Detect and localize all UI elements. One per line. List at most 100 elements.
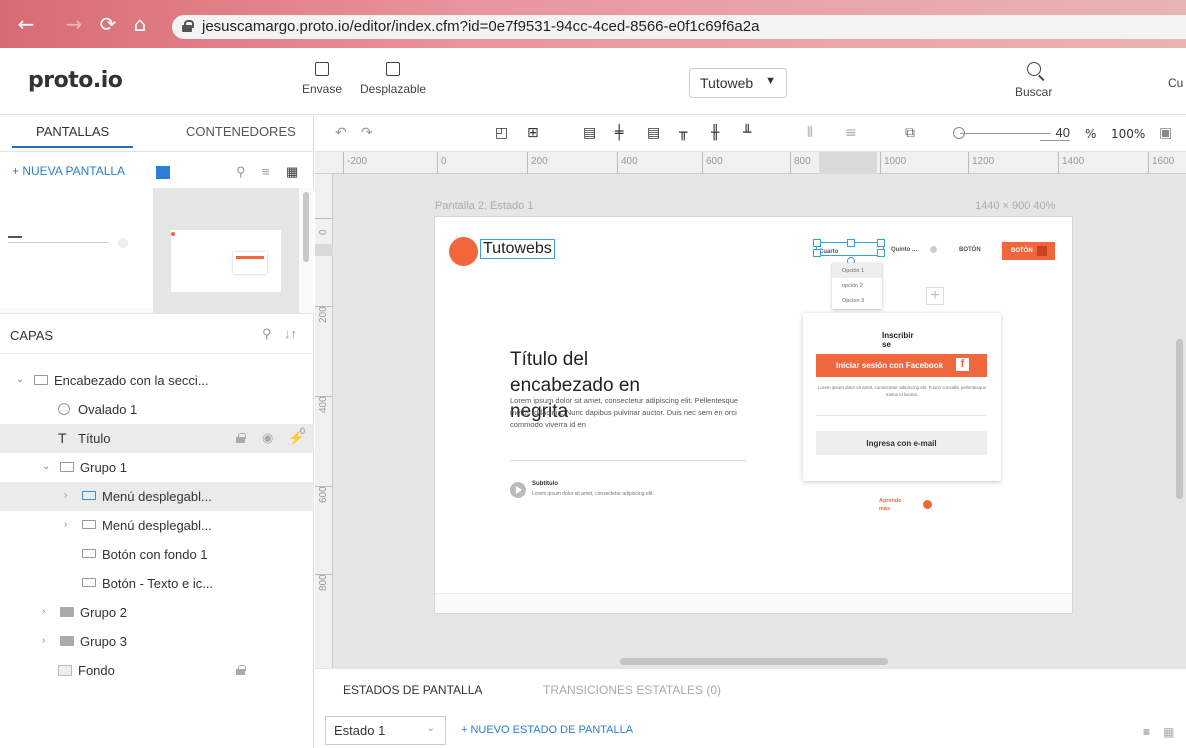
- add-icon[interactable]: +: [926, 287, 944, 305]
- hero-body[interactable]: Lorem ipsum dolor sit amet, consectetur …: [510, 395, 750, 431]
- layer-label: Grupo 2: [80, 605, 127, 620]
- zoom-100-button[interactable]: 100%: [1111, 127, 1145, 141]
- zoom-slider[interactable]: [960, 133, 1050, 134]
- state-select[interactable]: Estado 1 ⌄: [325, 716, 446, 745]
- chevron-right-icon[interactable]: ›: [64, 490, 67, 501]
- sort-icon[interactable]: ↓↑: [284, 326, 297, 341]
- selection-box[interactable]: [813, 239, 885, 265]
- subtitle[interactable]: Subtítulo: [532, 481, 558, 487]
- grid-view-icon[interactable]: ▦: [286, 164, 298, 180]
- canvas-horizontal-scrollbar[interactable]: [620, 658, 888, 665]
- layer-row[interactable]: Botón - Texto e ic...: [0, 569, 314, 598]
- email-login-button[interactable]: Ingresa con e-mail: [816, 431, 987, 455]
- nav-button-text[interactable]: BOTÓN: [959, 247, 981, 253]
- layer-row[interactable]: ⌄ Grupo 1: [0, 453, 314, 482]
- new-state-button[interactable]: + NUEVO ESTADO DE PANTALLA: [461, 724, 633, 736]
- dropdown-option[interactable]: Opcion 3: [832, 293, 882, 308]
- layer-row[interactable]: Fondo: [0, 656, 314, 685]
- tab-pantallas[interactable]: PANTALLAS: [11, 124, 134, 148]
- zoom-input[interactable]: 40: [1040, 125, 1070, 141]
- group-icon[interactable]: ◰: [495, 125, 508, 141]
- grid-view-icon[interactable]: ▦: [1163, 725, 1174, 739]
- list-view-icon[interactable]: ≡: [1143, 725, 1150, 739]
- screen-thumbnail-1[interactable]: [0, 188, 152, 308]
- header-button[interactable]: BOTÓN: [1002, 242, 1055, 260]
- ruler-label: 200: [315, 306, 333, 336]
- layer-row[interactable]: ⌄ Encabezado con la secci...: [0, 366, 314, 395]
- browser-bar: ← → ⟳ ⌂ jesuscamargo.proto.io/editor/ind…: [0, 0, 1186, 48]
- lock-icon[interactable]: [236, 665, 246, 675]
- layer-row[interactable]: › Grupo 2: [0, 598, 314, 627]
- address-bar[interactable]: jesuscamargo.proto.io/editor/index.cfm?i…: [172, 15, 1186, 39]
- signup-card[interactable]: Inscribir se Iniciar sesión con Facebook…: [803, 313, 1001, 481]
- thumbnail-scrollbar[interactable]: [303, 192, 309, 262]
- facebook-icon: f: [956, 358, 969, 371]
- redo-icon[interactable]: ↷: [361, 125, 373, 141]
- logo: proto.io: [28, 68, 123, 93]
- undo-icon[interactable]: ↶: [335, 125, 347, 141]
- zoom-tool-icon[interactable]: ⧉: [905, 125, 915, 141]
- chevron-right-icon[interactable]: ›: [42, 606, 45, 617]
- play-icon[interactable]: [510, 482, 526, 498]
- project-select[interactable]: Tutoweb ▼: [689, 68, 787, 98]
- tab-contenedores[interactable]: CONTENEDORES: [186, 124, 296, 139]
- chevron-right-icon[interactable]: ›: [42, 635, 45, 646]
- ruler-label: 400: [315, 396, 333, 426]
- dropdown-option[interactable]: opción 2: [832, 278, 882, 293]
- nav-item-quinto[interactable]: Quinto ...: [891, 247, 917, 253]
- reload-icon[interactable]: ⟳: [96, 12, 120, 36]
- oval-shape[interactable]: [449, 237, 478, 266]
- subtitle-text[interactable]: Lorem ipsum dolor sit amet, consectetur …: [532, 491, 654, 497]
- app-header: proto.io Envase Desplazable Cu: [0, 48, 1186, 115]
- design-canvas[interactable]: Pantalla 2: Estado 1 1440 × 900 40% Tuto…: [333, 174, 1186, 668]
- align-top-icon[interactable]: ╥: [679, 125, 687, 141]
- layer-row[interactable]: › Menú desplegabl...: [0, 482, 314, 511]
- align-center-icon[interactable]: ╪: [615, 125, 623, 141]
- list-view-icon[interactable]: ≡: [262, 164, 270, 179]
- fit-screen-icon[interactable]: ▣: [1159, 125, 1172, 141]
- align-right-icon[interactable]: ▤: [647, 125, 660, 141]
- align-middle-icon[interactable]: ╫: [711, 125, 719, 141]
- layer-row[interactable]: T Título ◉ ⚡ 0: [0, 424, 314, 453]
- search-button[interactable]: Buscar: [1015, 60, 1052, 99]
- screen-thumbnail-2[interactable]: [153, 188, 299, 314]
- ungroup-icon[interactable]: ⊞: [527, 125, 539, 141]
- learn-more-link[interactable]: Aprende más: [879, 497, 913, 513]
- cut-button[interactable]: Cu: [1168, 76, 1183, 90]
- align-bottom-icon[interactable]: ╨: [743, 125, 751, 141]
- dropdown-option[interactable]: Opción 1: [832, 263, 882, 278]
- layer-row[interactable]: Ovalado 1: [0, 395, 314, 424]
- search-icon[interactable]: ⚲: [262, 326, 272, 342]
- info-icon[interactable]: [923, 500, 932, 509]
- search-icon[interactable]: ⚲: [236, 164, 246, 180]
- artboard[interactable]: Tutowebs Cuarto Quinto ... BOTÓN BOTÓN O…: [434, 216, 1073, 614]
- align-left-icon[interactable]: ▤: [583, 125, 596, 141]
- site-title[interactable]: Tutowebs: [480, 239, 555, 259]
- chevron-down-icon[interactable]: ⌄: [42, 461, 50, 472]
- back-icon[interactable]: ←: [14, 12, 38, 36]
- desplazable-button[interactable]: Desplazable: [360, 62, 426, 96]
- divider: [510, 460, 747, 461]
- layer-row[interactable]: › Menú desplegabl...: [0, 511, 314, 540]
- canvas-vertical-scrollbar[interactable]: [1176, 339, 1183, 499]
- tab-screen-states[interactable]: ESTADOS DE PANTALLA: [343, 683, 482, 697]
- facebook-login-button[interactable]: Iniciar sesión con Facebook f: [816, 354, 987, 377]
- layer-row[interactable]: Botón con fondo 1: [0, 540, 314, 569]
- project-name: Tutoweb: [700, 75, 754, 91]
- chevron-down-icon[interactable]: ⌄: [16, 374, 24, 385]
- new-screen-button[interactable]: + NUEVA PANTALLA: [12, 164, 125, 178]
- distribute-v-icon[interactable]: ≡: [845, 125, 857, 141]
- distribute-h-icon[interactable]: ⫴: [807, 125, 813, 141]
- envase-button[interactable]: Envase: [302, 62, 342, 96]
- forward-icon[interactable]: →: [62, 12, 86, 36]
- screen-template-icon[interactable]: [156, 166, 170, 179]
- layer-label: Grupo 1: [80, 460, 127, 475]
- chevron-right-icon[interactable]: ›: [64, 519, 67, 530]
- home-icon[interactable]: ⌂: [128, 12, 152, 36]
- layer-row[interactable]: › Grupo 3: [0, 627, 314, 656]
- url-text[interactable]: jesuscamargo.proto.io/editor/index.cfm?i…: [202, 18, 759, 35]
- eye-icon[interactable]: ◉: [262, 430, 273, 446]
- lock-icon[interactable]: [236, 433, 246, 443]
- tab-state-transitions[interactable]: TRANSICIONES ESTATALES (0): [543, 683, 721, 697]
- dropdown-menu[interactable]: Opción 1 opción 2 Opcion 3: [832, 263, 882, 309]
